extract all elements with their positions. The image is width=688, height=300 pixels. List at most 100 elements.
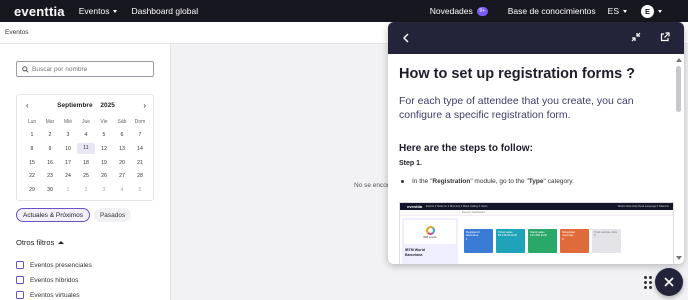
calendar-day[interactable]: 2 bbox=[41, 132, 59, 138]
calendar-day[interactable]: 7 bbox=[131, 132, 149, 138]
scroll-up-icon[interactable] bbox=[676, 58, 682, 62]
calendar-day[interactable]: 29 bbox=[23, 187, 41, 193]
calendar-day[interactable]: 21 bbox=[131, 160, 149, 166]
preview-logo: eventtia bbox=[407, 204, 423, 209]
article-intro: For each type of attendee that you creat… bbox=[399, 95, 634, 121]
checkbox[interactable] bbox=[16, 276, 24, 284]
calendar-day[interactable]: 4 bbox=[77, 132, 95, 138]
calendar-weekday-row: Lun Mar Mié Jue Vie Sáb Dom bbox=[23, 115, 149, 129]
calendar-day[interactable]: 6 bbox=[113, 132, 131, 138]
search-input[interactable] bbox=[32, 65, 142, 73]
filter-option-label: Eventos presenciales bbox=[30, 261, 92, 269]
calendar-day-next-month[interactable]: 3 bbox=[95, 187, 113, 193]
tab-current-upcoming[interactable]: Actuales & Próximos bbox=[16, 208, 90, 222]
calendar-day-today[interactable]: 11 bbox=[77, 143, 95, 155]
calendar-day[interactable]: 8 bbox=[23, 146, 41, 152]
calendar-day[interactable]: 23 bbox=[41, 173, 59, 179]
calendar-day[interactable]: 9 bbox=[41, 146, 59, 152]
checkbox[interactable] bbox=[16, 291, 24, 299]
calendar-day[interactable]: 19 bbox=[95, 160, 113, 166]
drag-handle-icon[interactable] bbox=[644, 276, 652, 289]
novedades-badge: 9+ bbox=[476, 6, 488, 16]
calendar-day[interactable]: 1 bbox=[23, 132, 41, 138]
filter-option-label: Eventos híbridos bbox=[30, 276, 79, 284]
preview-event-logo: IBM events bbox=[404, 220, 456, 244]
search-icon bbox=[22, 65, 29, 73]
step-instruction: In the " Registration " module, go to the … bbox=[401, 178, 574, 185]
calendar-month: Septiembre bbox=[57, 102, 93, 109]
other-filters-toggle[interactable]: Otros filtros bbox=[16, 238, 65, 247]
novedades-label: Novedades bbox=[429, 6, 473, 16]
user-avatar[interactable]: E bbox=[641, 4, 654, 18]
calendar-day-next-month[interactable]: 5 bbox=[131, 187, 149, 193]
weekday-label: Mar bbox=[45, 118, 55, 125]
instruction-text-part: " category. bbox=[543, 178, 574, 185]
calendar-day[interactable]: 18 bbox=[77, 160, 95, 166]
calendar-day[interactable]: 22 bbox=[23, 173, 41, 179]
preview-stat-tile: Total website visits 0 bbox=[592, 229, 621, 253]
calendar-day[interactable]: 25 bbox=[77, 173, 95, 179]
language-label: ES bbox=[607, 6, 619, 16]
calendar-next-button[interactable]: › bbox=[143, 101, 146, 111]
preview-stat-value: 1 bbox=[466, 236, 468, 241]
calendar-week: 8 9 10 11 12 13 14 bbox=[23, 142, 149, 156]
calendar-day-next-month[interactable]: 4 bbox=[113, 187, 131, 193]
calendar-day[interactable]: 12 bbox=[95, 146, 113, 152]
filter-option[interactable]: Eventos híbridos bbox=[16, 276, 78, 284]
help-article: How to set up registration forms ? For e… bbox=[388, 54, 674, 264]
screenshot-preview[interactable]: eventtia Events ▾ Tasks 9+ ▾ Directory ▾… bbox=[399, 202, 674, 264]
preview-menu: Events ▾ Tasks 9+ ▾ Directory ▾ Mass mai… bbox=[426, 205, 488, 208]
language-selector[interactable]: ES bbox=[608, 6, 627, 16]
calendar-week: 15 16 17 18 19 20 21 bbox=[23, 156, 149, 170]
calendar-day[interactable]: 5 bbox=[95, 132, 113, 138]
instruction-text-part: " module, go to the " bbox=[470, 178, 529, 185]
close-help-button[interactable] bbox=[655, 268, 683, 296]
preview-right-menu: What's New Help Desk Language ▾ Mauricio bbox=[617, 205, 669, 208]
help-scrollbar[interactable] bbox=[674, 54, 684, 264]
calendar-day-next-month[interactable]: 1 bbox=[59, 187, 77, 193]
preview-stat-tile: Stand sales 141.650 EUR bbox=[528, 229, 557, 253]
back-arrow-icon[interactable] bbox=[401, 32, 411, 44]
open-external-icon[interactable] bbox=[660, 32, 670, 42]
other-filters-label: Otros filtros bbox=[16, 238, 55, 247]
chevron-down-icon bbox=[623, 9, 627, 13]
calendar-day[interactable]: 30 bbox=[41, 187, 59, 193]
scroll-down-icon[interactable] bbox=[676, 256, 682, 260]
collapse-icon[interactable] bbox=[631, 32, 641, 42]
preview-navbar: eventtia Events ▾ Tasks 9+ ▾ Directory ▾… bbox=[400, 203, 673, 210]
scroll-thumb[interactable] bbox=[676, 66, 681, 112]
preview-stat-label: Total website visits bbox=[594, 230, 618, 234]
nav-events-menu[interactable]: Eventos bbox=[79, 6, 118, 16]
instruction-category: Type bbox=[528, 178, 544, 185]
calendar-day[interactable]: 28 bbox=[131, 173, 149, 179]
calendar-day[interactable]: 20 bbox=[113, 160, 131, 166]
calendar-day[interactable]: 26 bbox=[95, 173, 113, 179]
article-title: How to set up registration forms ? bbox=[399, 66, 636, 82]
help-widget: How to set up registration forms ? For e… bbox=[388, 22, 684, 264]
filter-option[interactable]: Eventos virtuales bbox=[16, 291, 80, 299]
tab-past[interactable]: Pasados bbox=[93, 208, 132, 222]
breadcrumb[interactable]: Eventos bbox=[5, 29, 29, 36]
calendar-day-next-month[interactable]: 2 bbox=[77, 187, 95, 193]
eventtia-logo[interactable]: eventtia bbox=[14, 4, 65, 19]
knowledge-base-link[interactable]: Base de conocimientos bbox=[508, 6, 596, 16]
help-widget-header bbox=[388, 22, 684, 54]
calendar-day[interactable]: 15 bbox=[23, 160, 41, 166]
checkbox[interactable] bbox=[16, 261, 24, 269]
filter-option[interactable]: Eventos presenciales bbox=[16, 261, 92, 269]
chevron-down-icon[interactable] bbox=[658, 9, 662, 13]
calendar-day[interactable]: 13 bbox=[113, 146, 131, 152]
calendar-day[interactable]: 10 bbox=[59, 146, 77, 152]
calendar-day[interactable]: 17 bbox=[59, 160, 77, 166]
calendar-day[interactable]: 16 bbox=[41, 160, 59, 166]
calendar-day[interactable]: 3 bbox=[59, 132, 77, 138]
calendar-day[interactable]: 27 bbox=[113, 173, 131, 179]
weekday-label: Vie bbox=[100, 118, 108, 125]
calendar-day[interactable]: 14 bbox=[131, 146, 149, 152]
calendar: ‹ Septiembre 2025 › Lun Mar Mié Jue Vie … bbox=[16, 94, 154, 201]
novedades-button[interactable]: Novedades 9+ bbox=[430, 6, 488, 16]
calendar-day[interactable]: 24 bbox=[59, 173, 77, 179]
nav-dashboard-link[interactable]: Dashboard global bbox=[131, 6, 198, 16]
preview-stat-tile: Ticket sales 83.136,64 EUR bbox=[496, 229, 525, 253]
step-label: Step 1. bbox=[399, 160, 422, 167]
